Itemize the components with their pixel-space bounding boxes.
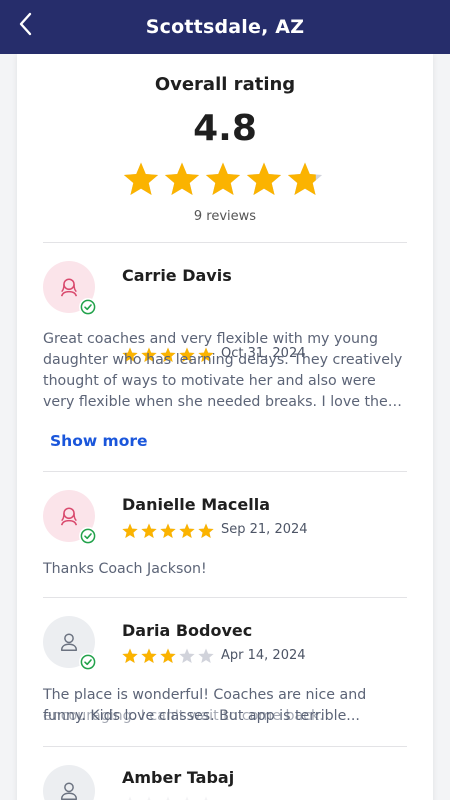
user-icon	[60, 633, 78, 651]
overall-rating-stars	[123, 162, 323, 196]
female-user-icon	[60, 278, 78, 297]
review-date: Sep 21, 2024	[221, 522, 308, 537]
star-icon	[185, 796, 189, 800]
reviewer-name: Daria Bodovec	[122, 621, 253, 640]
star-filled-icon	[205, 162, 241, 196]
divider	[43, 242, 407, 243]
star-filled-icon	[246, 162, 282, 196]
reviews-card[interactable]: Overall rating 4.8 9 reviews Carrie Davi…	[17, 54, 433, 800]
avatar	[43, 261, 97, 316]
star-icon	[204, 796, 208, 800]
chevron-left-icon	[19, 12, 32, 36]
check-circle-icon	[80, 299, 96, 315]
review-rating-stars	[128, 796, 208, 800]
star-icon	[128, 796, 132, 800]
star-filled-icon	[141, 648, 157, 663]
divider	[43, 746, 407, 747]
star-icon	[166, 796, 170, 800]
review-text: Great coaches and very flexible with my …	[43, 331, 403, 410]
star-filled-icon	[164, 162, 200, 196]
star-filled-icon	[122, 523, 138, 538]
app-header: Scottsdale, AZ	[0, 0, 450, 54]
star-icon	[198, 648, 214, 663]
review-rating-stars	[122, 648, 214, 663]
verified-badge	[79, 298, 97, 316]
show-more-link[interactable]: Show more	[50, 432, 148, 450]
divider	[43, 597, 407, 598]
review-date: Apr 14, 2024	[221, 648, 306, 663]
back-button[interactable]	[12, 10, 38, 38]
star-icon	[147, 796, 151, 800]
star-filled-icon	[179, 523, 195, 538]
reviewer-name: Amber Tabaj	[122, 768, 235, 787]
reviewer-name: Carrie Davis	[122, 266, 232, 285]
star-filled-icon	[122, 648, 138, 663]
verified-badge	[79, 653, 97, 671]
review-text-overflow: encouraging. I can't wait to come back.	[43, 708, 324, 724]
reviews-count: 9 reviews	[193, 209, 257, 224]
star-filled-icon	[198, 523, 214, 538]
star-filled-icon	[141, 523, 157, 538]
check-circle-icon	[80, 654, 96, 670]
avatar	[43, 616, 97, 671]
check-circle-icon	[80, 528, 96, 544]
female-user-icon	[60, 507, 78, 526]
overall-rating-title: Overall rating	[154, 74, 296, 95]
review-text: Thanks Coach Jackson!	[43, 561, 207, 577]
star-filled-icon	[160, 523, 176, 538]
review-rating-stars	[122, 523, 214, 538]
star-icon	[179, 648, 195, 663]
star-filled-icon	[123, 162, 159, 196]
reviewer-name: Danielle Macella	[122, 495, 271, 514]
overall-rating-value: 4.8	[193, 108, 257, 149]
page-title: Scottsdale, AZ	[145, 16, 305, 38]
avatar	[43, 490, 97, 545]
avatar	[43, 765, 95, 800]
star-filled-icon	[160, 648, 176, 663]
verified-badge	[79, 527, 97, 545]
user-icon	[60, 782, 78, 800]
divider	[43, 471, 407, 472]
